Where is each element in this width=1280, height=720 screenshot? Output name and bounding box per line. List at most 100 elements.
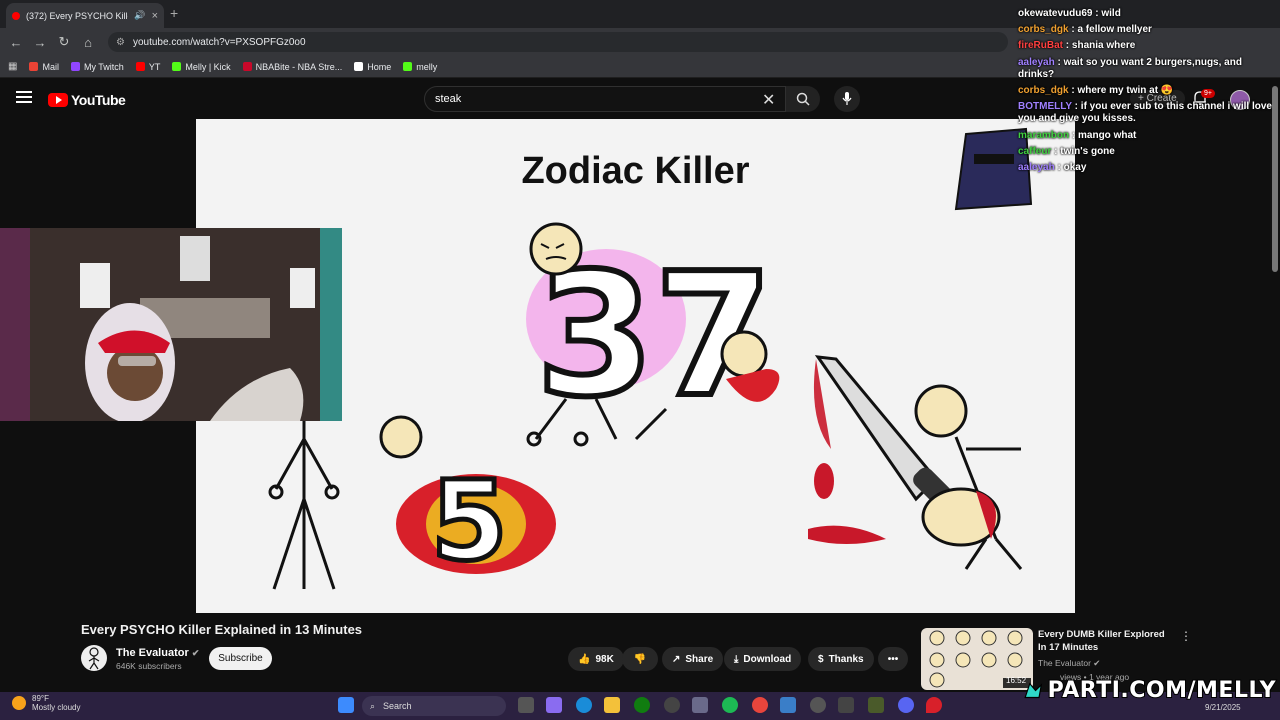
- like-count: 98K: [595, 653, 614, 665]
- chat-overlay: okewatevudu69 : wild corbs_dgk : a fellow…: [1016, 6, 1276, 176]
- bookmark-melly-kick[interactable]: Melly | Kick: [172, 61, 231, 72]
- chat-message: aaleyah : wait so you want 2 burgers,nug…: [1016, 55, 1276, 83]
- kick-icon: [172, 62, 182, 71]
- speaker-icon[interactable]: 🔊: [134, 10, 145, 21]
- taskbar-search-label: Search: [383, 701, 412, 711]
- chat-separator: :: [1063, 40, 1072, 52]
- chat-username[interactable]: BOTMELLY: [1018, 101, 1072, 112]
- app-icon[interactable]: [838, 697, 854, 713]
- site-info-icon[interactable]: ⚙: [116, 37, 125, 48]
- chat-text: mango what: [1078, 129, 1137, 141]
- chat-message: marambon : mango what: [1016, 128, 1276, 144]
- chat-text: shania where: [1071, 40, 1136, 52]
- xbox-icon[interactable]: [634, 697, 650, 713]
- thanks-button[interactable]: $ Thanks: [808, 647, 874, 671]
- weather-condition: Mostly cloudy: [32, 703, 81, 712]
- copilot-icon[interactable]: [546, 697, 562, 713]
- chat-separator: :: [1051, 145, 1061, 157]
- chat-message: caffeur : twin's gone: [1016, 144, 1276, 160]
- url-field[interactable]: ⚙ youtube.com/watch?v=PXSOPFGz0o0: [108, 32, 1008, 52]
- weather-icon: [12, 696, 26, 710]
- bookmark-label: Melly | Kick: [185, 61, 231, 72]
- chat-username[interactable]: fireRuBat: [1018, 40, 1063, 51]
- tab-title: (372) Every PSYCHO Killer E: [26, 10, 128, 21]
- chat-separator: :: [1069, 129, 1079, 141]
- twitch-icon: [70, 62, 80, 71]
- map-pin-icon[interactable]: [926, 697, 942, 713]
- webcam-feed: [0, 228, 342, 421]
- chat-separator: :: [1054, 56, 1064, 68]
- obs-icon[interactable]: [664, 697, 680, 713]
- clear-search-icon[interactable]: ✕: [762, 90, 775, 110]
- chat-username[interactable]: marambon: [1018, 130, 1069, 141]
- chat-username[interactable]: caffeur: [1018, 146, 1051, 157]
- thumbs-up-icon: 👍: [578, 653, 591, 665]
- chat-message: aaleyah : okay: [1016, 160, 1276, 176]
- back-icon[interactable]: ←: [4, 35, 28, 50]
- task-view-icon[interactable]: [518, 697, 534, 713]
- chat-username[interactable]: corbs_dgk: [1018, 85, 1069, 96]
- chat-message: corbs_dgk : where my twin at 😍: [1016, 83, 1276, 99]
- more-actions-button[interactable]: •••: [878, 647, 908, 671]
- more-horizontal-icon: •••: [887, 653, 899, 665]
- bookmark-melly[interactable]: melly: [403, 62, 437, 72]
- chat-username[interactable]: okewatevudu69: [1018, 8, 1092, 19]
- channel-name-text: The Evaluator: [116, 647, 189, 659]
- file-explorer-icon[interactable]: [604, 697, 620, 713]
- store-icon[interactable]: [692, 697, 708, 713]
- more-vertical-icon[interactable]: ⋮: [1180, 629, 1192, 643]
- new-tab-button[interactable]: +: [170, 5, 178, 21]
- discord-icon[interactable]: [898, 697, 914, 713]
- browser-tab[interactable]: (372) Every PSYCHO Killer E 🔊 ×: [6, 3, 164, 28]
- youtube-favicon-icon: [12, 11, 20, 20]
- bookmark-label: Home: [367, 61, 392, 72]
- chat-username[interactable]: aaleyah: [1018, 162, 1055, 173]
- dislike-button[interactable]: 👎: [622, 647, 658, 671]
- tab-close-button[interactable]: ×: [152, 10, 158, 22]
- spotify-icon[interactable]: [722, 697, 738, 713]
- forward-icon[interactable]: →: [28, 35, 52, 50]
- apps-grid-icon[interactable]: ▦: [8, 61, 17, 72]
- recommended-title[interactable]: Every DUMB Killer Explored In 17 Minutes: [1038, 629, 1168, 655]
- chat-message: fireRuBat : shania where: [1016, 38, 1276, 54]
- reload-icon[interactable]: ↻: [52, 34, 76, 50]
- photos-icon[interactable]: [780, 697, 796, 713]
- bookmark-mail[interactable]: Mail: [29, 62, 59, 72]
- channel-avatar[interactable]: [81, 645, 107, 671]
- chrome-icon[interactable]: [752, 697, 768, 713]
- game-icon[interactable]: [868, 697, 884, 713]
- chat-username[interactable]: corbs_dgk: [1018, 24, 1069, 35]
- search-button[interactable]: [786, 86, 820, 112]
- parti-logo-icon: [1024, 682, 1043, 699]
- subscribe-button[interactable]: Subscribe: [209, 647, 272, 670]
- home-icon[interactable]: ⌂: [76, 35, 100, 50]
- download-button[interactable]: ⤓ Download: [724, 647, 802, 671]
- bookmark-home[interactable]: Home: [354, 62, 391, 72]
- menu-icon[interactable]: [16, 91, 32, 103]
- scrollbar[interactable]: [1272, 86, 1278, 272]
- chat-username[interactable]: aaleyah: [1018, 57, 1055, 68]
- parti-watermark: PARTI.COM/MELLY: [1024, 673, 1277, 707]
- kick-icon: [403, 62, 413, 71]
- recommended-channel: The Evaluator ✔: [1038, 658, 1100, 669]
- verified-icon: ✔: [1093, 658, 1101, 668]
- media-icon[interactable]: [810, 697, 826, 713]
- channel-name[interactable]: The Evaluator ✔: [116, 647, 199, 659]
- like-button[interactable]: 👍 98K: [568, 647, 624, 671]
- chat-separator: :: [1071, 101, 1081, 113]
- youtube-logo[interactable]: YouTube: [48, 92, 126, 108]
- temperature: 89°F: [32, 694, 49, 703]
- edge-icon[interactable]: [576, 697, 592, 713]
- weather-widget[interactable]: 89°F Mostly cloudy: [12, 694, 80, 712]
- chat-message: okewatevudu69 : wild: [1016, 6, 1276, 22]
- voice-search-button[interactable]: [834, 86, 860, 112]
- start-icon[interactable]: [338, 697, 354, 713]
- chat-separator: :: [1054, 161, 1064, 173]
- search-input[interactable]: steak: [424, 86, 786, 112]
- share-button[interactable]: ↗ Share: [662, 647, 724, 671]
- taskbar-search[interactable]: ⌕ Search: [362, 696, 506, 716]
- bookmark-my-twitch[interactable]: My Twitch: [70, 62, 124, 72]
- youtube-wordmark: YouTube: [71, 92, 126, 108]
- bookmark-yt[interactable]: YT: [135, 62, 160, 72]
- bookmark-nbabite[interactable]: NBABite - NBA Stre...: [242, 62, 342, 72]
